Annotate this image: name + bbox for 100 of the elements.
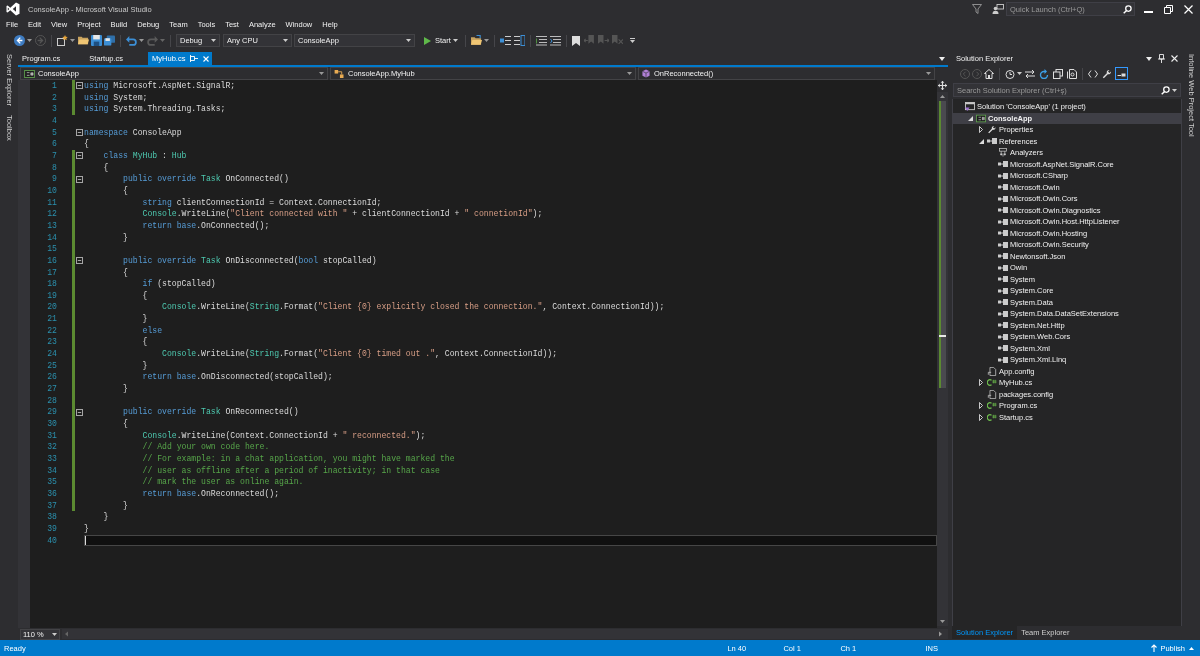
- collapsed-arrow-icon[interactable]: [979, 126, 983, 134]
- code-line: {: [141, 336, 148, 349]
- caret-down-icon[interactable]: [452, 39, 458, 42]
- line-number: 40: [46, 534, 58, 547]
- caret-down-icon[interactable]: [406, 39, 411, 42]
- solution-icon: [964, 102, 975, 112]
- toolbar-overflow-icon[interactable]: [629, 38, 635, 43]
- caret-down-icon[interactable]: [139, 39, 144, 42]
- horizontal-scrollbar[interactable]: [62, 629, 948, 639]
- star-box-icon[interactable]: [57, 35, 68, 46]
- line-number: 38: [46, 511, 58, 523]
- code-line: {: [141, 289, 148, 302]
- logo-icon: [6, 2, 20, 16]
- project-box-icon: [24, 69, 35, 78]
- wrench-icon: [986, 125, 997, 135]
- line-number: 4: [51, 114, 58, 127]
- code-line: Console.WriteLine(String.Format("Client {0} timed out .", Context.ConnectionId));: [161, 348, 557, 360]
- text-lines-icon[interactable]: [535, 35, 547, 46]
- line-number: 22: [46, 324, 58, 337]
- code-file-icon: [986, 401, 997, 411]
- line-number: 32: [46, 441, 58, 453]
- code-line: if (stopCalled): [141, 278, 216, 290]
- pages-icon[interactable]: [1067, 68, 1077, 79]
- folder-icon[interactable]: [78, 35, 89, 46]
- reference-icon: [997, 333, 1008, 340]
- reference-icon: [997, 161, 1008, 168]
- vertical-scrollbar[interactable]: [937, 92, 948, 626]
- collapse-box-icon[interactable]: [76, 152, 83, 160]
- collapse-box-icon[interactable]: [76, 408, 83, 416]
- code-brackets-icon[interactable]: [1088, 68, 1098, 79]
- minimize-icon[interactable]: [1144, 10, 1153, 13]
- text-lines-icon[interactable]: [549, 35, 561, 46]
- line-number: 24: [46, 348, 58, 360]
- back-icon[interactable]: [14, 35, 25, 46]
- line-number: 14: [46, 231, 58, 244]
- floppy-disks-icon[interactable]: [104, 35, 115, 46]
- split-icon[interactable]: [938, 81, 947, 90]
- code-line: class MyHub : Hub: [102, 149, 187, 162]
- collapse-box-icon[interactable]: [76, 175, 83, 183]
- line-number: 30: [46, 418, 58, 430]
- code-line: }: [102, 511, 109, 523]
- filter-icon[interactable]: [972, 4, 982, 14]
- caret-down-icon[interactable]: [52, 632, 57, 636]
- collapse-box-icon[interactable]: [76, 257, 83, 265]
- line-number: 9: [51, 173, 58, 185]
- caret-down-icon[interactable]: [211, 39, 216, 42]
- caret-down-icon[interactable]: [1172, 88, 1177, 92]
- caret-down-icon[interactable]: [283, 39, 288, 42]
- line-number: 25: [46, 359, 58, 372]
- search-icon[interactable]: [1161, 85, 1170, 95]
- reference-icon: [997, 356, 1008, 363]
- caret-down-icon[interactable]: [939, 56, 945, 61]
- swap-arrows-icon[interactable]: [1025, 68, 1035, 79]
- config-file-icon: [986, 366, 997, 376]
- line-number: 5: [51, 126, 58, 139]
- feedback-icon[interactable]: [992, 4, 1004, 14]
- pin-icon[interactable]: [1158, 54, 1165, 63]
- search-icon[interactable]: [1123, 4, 1132, 14]
- code-line: {: [102, 161, 109, 174]
- restore-icon[interactable]: [1164, 4, 1173, 14]
- collapse-box-icon[interactable]: [76, 128, 83, 136]
- code-line: using System.Threading.Tasks;: [84, 103, 226, 115]
- caret-down-icon[interactable]: [1017, 72, 1022, 75]
- preview-icon[interactable]: [1115, 67, 1128, 80]
- reference-icon: [997, 276, 1008, 283]
- line-number: 15: [46, 243, 58, 255]
- caret-down-icon[interactable]: [70, 39, 75, 42]
- undo-arrow-icon[interactable]: [126, 35, 137, 46]
- line-number: 7: [51, 149, 58, 162]
- caret-down-icon[interactable]: [926, 72, 931, 75]
- collapsed-arrow-icon[interactable]: [979, 379, 983, 387]
- line-number: 17: [46, 266, 58, 279]
- collapse-box-icon[interactable]: [76, 82, 83, 90]
- folder-arrow-icon[interactable]: [470, 35, 482, 46]
- list-lines-icon[interactable]: [513, 35, 525, 46]
- code-line: Console.WriteLine(String.Format("Client {0} explicitly closed the connection.", Context.ConnectionId));: [161, 301, 665, 314]
- history-icon[interactable]: [1005, 68, 1015, 79]
- collapsed-arrow-icon[interactable]: [979, 402, 983, 410]
- up-arrow-icon: [1151, 644, 1158, 652]
- caret-down-icon[interactable]: [319, 72, 324, 75]
- caret-down-icon[interactable]: [1146, 56, 1152, 61]
- reference-icon: [997, 207, 1008, 214]
- expanded-arrow-icon[interactable]: [967, 115, 973, 121]
- wrench-icon[interactable]: [1102, 68, 1112, 79]
- code-line: }: [122, 499, 128, 512]
- close-icon[interactable]: [1171, 55, 1178, 62]
- list-lines-icon[interactable]: [499, 35, 511, 46]
- bookmark-icon[interactable]: [571, 35, 580, 46]
- line-number: 1: [51, 80, 58, 92]
- line-number: 37: [46, 499, 58, 512]
- caret-down-icon[interactable]: [27, 39, 32, 42]
- caret-down-icon[interactable]: [627, 72, 632, 75]
- home-icon[interactable]: [984, 68, 994, 79]
- expanded-arrow-icon[interactable]: [978, 138, 984, 144]
- code-line: {: [122, 184, 128, 197]
- collapsed-arrow-icon[interactable]: [979, 413, 983, 421]
- refresh-icon[interactable]: [1039, 68, 1049, 79]
- caret-down-icon[interactable]: [483, 39, 489, 42]
- stacked-squares-icon[interactable]: [1053, 68, 1063, 79]
- line-number: 36: [46, 487, 58, 500]
